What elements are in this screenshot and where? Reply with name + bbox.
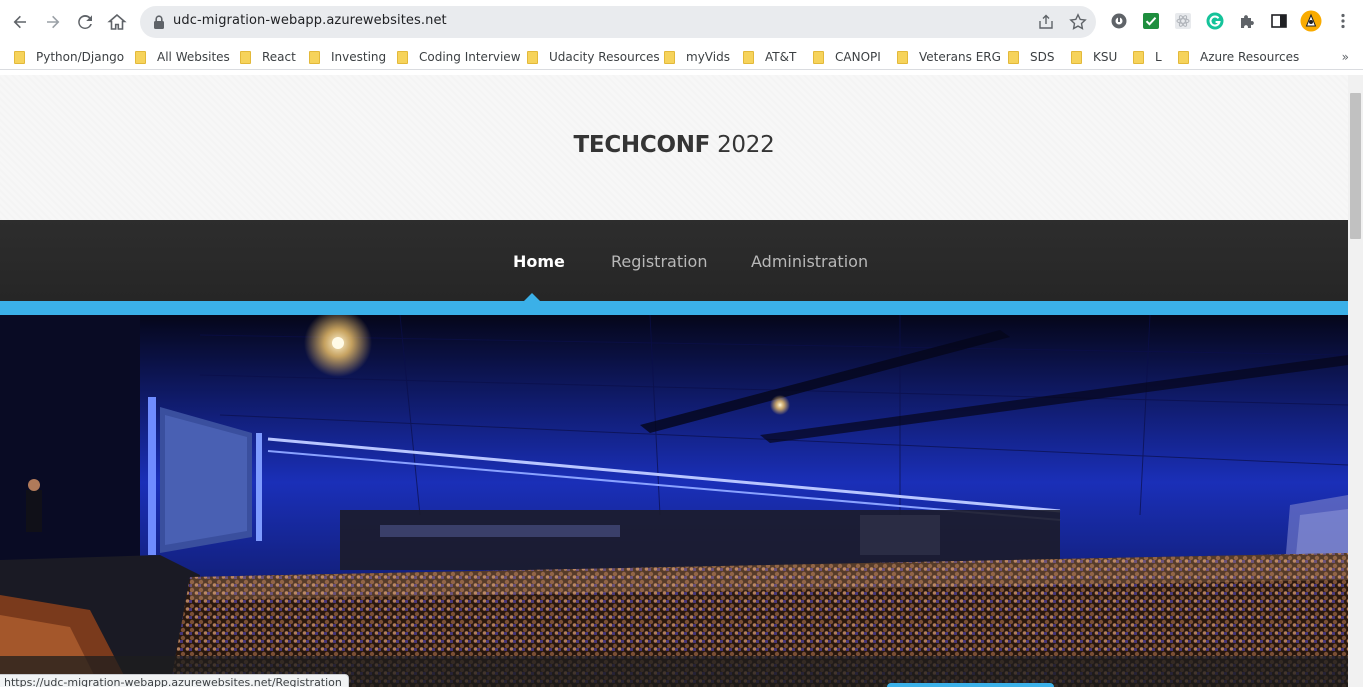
folder-icon	[527, 50, 538, 64]
folder-icon	[743, 50, 754, 64]
folder-icon	[1008, 50, 1019, 64]
accent-bar	[0, 301, 1348, 315]
nav-home-link[interactable]: Home	[513, 252, 565, 271]
site-header: TECHCONF 2022	[0, 75, 1348, 220]
bookmark-label: AT&T	[765, 50, 797, 64]
site-nav: Home Registration Administration	[0, 220, 1348, 301]
link-status-bubble: https://udc-migration-webapp.azurewebsit…	[0, 674, 349, 687]
site-title-year: 2022	[710, 132, 775, 158]
scrollbar-thumb[interactable]	[1350, 93, 1361, 239]
site-title[interactable]: TECHCONF 2022	[0, 132, 1348, 158]
folder-icon	[14, 50, 25, 64]
react-extension-icon[interactable]	[1174, 12, 1192, 30]
bookmark-label: Coding Interview	[419, 50, 521, 64]
side-panel-icon[interactable]	[1270, 12, 1288, 30]
bookmarks-bar: Python/Django All Websites React Investi…	[0, 44, 1363, 70]
active-nav-indicator	[524, 293, 540, 301]
folder-icon	[309, 50, 320, 64]
nav-registration-link[interactable]: Registration	[611, 252, 707, 271]
folder-icon	[813, 50, 824, 64]
folder-icon	[664, 50, 675, 64]
extensions-puzzle-icon[interactable]	[1238, 12, 1256, 30]
bookmark-folder[interactable]: All Websites	[135, 48, 230, 66]
lock-icon[interactable]	[152, 14, 166, 30]
folder-icon	[135, 50, 146, 64]
bookmark-folder[interactable]: SDS	[1008, 48, 1054, 66]
bookmark-label: myVids	[686, 50, 730, 64]
profile-avatar[interactable]	[1300, 10, 1322, 32]
bookmark-folder[interactable]: AT&T	[743, 48, 796, 66]
page-viewport: TECHCONF 2022 Home Registration Administ…	[0, 75, 1363, 687]
folder-icon	[897, 50, 908, 64]
hero-cta-button[interactable]	[887, 683, 1054, 687]
bookmark-label: Udacity Resources	[549, 50, 660, 64]
bookmark-folder[interactable]: CANOPI	[813, 48, 881, 66]
menu-icon[interactable]	[1334, 12, 1352, 30]
browser-toolbar: udc-migration-webapp.azurewebsites.net	[0, 0, 1363, 44]
bookmark-folder[interactable]: myVids	[664, 48, 730, 66]
hero-image-conference-hall	[0, 315, 1348, 687]
forward-icon[interactable]	[41, 10, 65, 34]
bookmark-folder[interactable]: KSU	[1071, 48, 1117, 66]
folder-icon	[1133, 50, 1144, 64]
bookmark-folder[interactable]: Veterans ERG	[897, 48, 1001, 66]
address-bar[interactable]: udc-migration-webapp.azurewebsites.net	[140, 6, 1096, 38]
folder-icon	[397, 50, 408, 64]
folder-icon	[1071, 50, 1082, 64]
back-icon[interactable]	[8, 10, 32, 34]
bookmark-label: L	[1155, 50, 1162, 64]
conference-hall-illustration	[0, 315, 1348, 687]
page-scrollbar[interactable]	[1348, 75, 1363, 687]
bookmark-folder[interactable]: Investing	[309, 48, 386, 66]
star-icon[interactable]	[1069, 13, 1087, 31]
bookmark-folder[interactable]: L	[1133, 48, 1162, 66]
bookmark-label: KSU	[1093, 50, 1118, 64]
bookmark-folder[interactable]: Udacity Resources	[527, 48, 660, 66]
site-title-strong: TECHCONF	[573, 132, 711, 158]
extension-icon[interactable]	[1110, 12, 1128, 30]
bookmark-label: Investing	[331, 50, 387, 64]
bookmark-label: Veterans ERG	[919, 50, 1001, 64]
bookmark-folder[interactable]: Azure Resources	[1178, 48, 1299, 66]
bookmark-folder[interactable]: Coding Interview	[397, 48, 521, 66]
share-icon[interactable]	[1037, 13, 1055, 31]
reload-icon[interactable]	[73, 10, 97, 34]
bookmark-label: Azure Resources	[1200, 50, 1300, 64]
url-text[interactable]: udc-migration-webapp.azurewebsites.net	[173, 13, 447, 28]
bookmark-label: All Websites	[157, 50, 230, 64]
nav-administration-link[interactable]: Administration	[751, 252, 868, 271]
bookmark-folder[interactable]: Python/Django	[14, 48, 124, 66]
grammarly-icon[interactable]	[1206, 12, 1224, 30]
folder-icon	[240, 50, 251, 64]
bookmark-label: Python/Django	[36, 50, 125, 64]
bookmark-label: CANOPI	[835, 50, 881, 64]
home-icon[interactable]	[105, 10, 129, 34]
bookmark-label: SDS	[1030, 50, 1055, 64]
folder-icon	[1178, 50, 1189, 64]
bookmark-folder[interactable]: React	[240, 48, 296, 66]
checkmark-extension-icon[interactable]	[1142, 12, 1160, 30]
more-bookmarks-button[interactable]: »	[1342, 50, 1349, 64]
bookmark-label: React	[262, 50, 296, 64]
